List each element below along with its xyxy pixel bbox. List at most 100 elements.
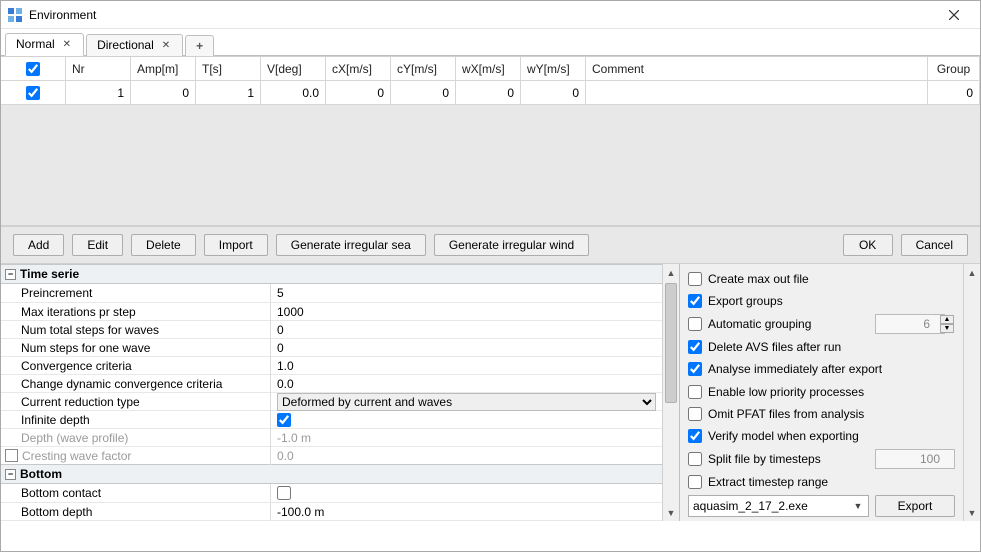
header-nr[interactable]: Nr [66, 57, 131, 81]
cell-group[interactable]: 0 [928, 81, 980, 105]
extract-checkbox[interactable] [688, 475, 702, 489]
scroll-up-icon[interactable]: ▲ [964, 264, 980, 281]
scrollbar[interactable]: ▲ ▼ [662, 264, 679, 521]
split-checkbox[interactable] [688, 452, 702, 466]
header-cx[interactable]: cX[m/s] [326, 57, 391, 81]
header-v[interactable]: V[deg] [261, 57, 326, 81]
prop-value-check[interactable] [271, 521, 662, 522]
spin-down-icon[interactable]: ▼ [940, 324, 954, 333]
header-comment[interactable]: Comment [586, 57, 928, 81]
analyse-checkbox[interactable] [688, 362, 702, 376]
low-priority-checkbox[interactable] [688, 385, 702, 399]
option-label[interactable]: Automatic grouping [708, 317, 811, 331]
option-label[interactable]: Split file by timesteps [708, 452, 821, 466]
export-groups-checkbox[interactable] [688, 294, 702, 308]
option-label[interactable]: Extract timestep range [708, 475, 828, 489]
collapse-icon[interactable]: − [5, 469, 16, 480]
cell-wy[interactable]: 0 [521, 81, 586, 105]
infinite-depth-checkbox[interactable] [277, 413, 291, 427]
app-icon [7, 7, 23, 23]
option-label[interactable]: Verify model when exporting [708, 429, 859, 443]
tab-add[interactable]: + [185, 35, 214, 56]
data-grid: Nr Amp[m] T[s] V[deg] cX[m/s] cY[m/s] wX… [1, 56, 980, 226]
combo-value: aquasim_2_17_2.exe [693, 499, 808, 513]
prop-value-dropdown[interactable]: Deformed by current and waves [271, 391, 662, 413]
header-group[interactable]: Group [928, 57, 980, 81]
create-max-checkbox[interactable] [688, 272, 702, 286]
option-label[interactable]: Omit PFAT files from analysis [708, 407, 864, 421]
group-header-timeserie[interactable]: − Time serie [1, 264, 662, 284]
cell-cx[interactable]: 0 [326, 81, 391, 105]
prop-label: Bottom contact [1, 484, 271, 502]
export-button[interactable]: Export [875, 495, 955, 517]
auto-grouping-input[interactable] [875, 314, 945, 334]
prop-label: Preincrement [1, 284, 271, 302]
cancel-button[interactable]: Cancel [901, 234, 968, 256]
tab-normal[interactable]: Normal ✕ [5, 33, 84, 56]
ok-button[interactable]: OK [843, 234, 893, 256]
generate-wind-button[interactable]: Generate irregular wind [434, 234, 589, 256]
table-row[interactable]: 1 0 1 0.0 0 0 0 0 0 [1, 81, 980, 105]
cell-t[interactable]: 1 [196, 81, 261, 105]
header-t[interactable]: T[s] [196, 57, 261, 81]
add-button[interactable]: Add [13, 234, 64, 256]
import-button[interactable]: Import [204, 234, 268, 256]
split-input[interactable] [875, 449, 955, 469]
scroll-down-icon[interactable]: ▼ [964, 504, 980, 521]
prop-value-check[interactable] [271, 411, 662, 429]
row-checkbox[interactable] [26, 86, 40, 100]
cell-amp[interactable]: 0 [131, 81, 196, 105]
tab-close-icon[interactable]: ✕ [160, 40, 172, 51]
collapse-icon[interactable]: − [5, 269, 16, 280]
spin-up-icon[interactable]: ▲ [940, 315, 954, 324]
prop-label: Current reduction type [1, 393, 271, 411]
prop-value[interactable]: 5 [271, 284, 662, 302]
header-check[interactable] [1, 57, 66, 81]
cell-cy[interactable]: 0 [391, 81, 456, 105]
scroll-thumb[interactable] [665, 283, 677, 403]
current-reduction-select[interactable]: Deformed by current and waves [277, 393, 656, 411]
header-amp[interactable]: Amp[m] [131, 57, 196, 81]
prop-label: Bottom depth [1, 503, 271, 521]
prop-value[interactable]: -100.0 m [271, 503, 662, 521]
tab-close-icon[interactable]: ✕ [61, 39, 73, 50]
header-checkbox[interactable] [26, 62, 40, 76]
option-label[interactable]: Enable low priority processes [708, 385, 864, 399]
cell-nr[interactable]: 1 [66, 81, 131, 105]
prop-value[interactable]: 0 [271, 321, 662, 339]
cell-wx[interactable]: 0 [456, 81, 521, 105]
tab-label: Normal [16, 37, 55, 51]
export-options-panel: Create max out file Export groups Automa… [680, 264, 980, 521]
option-label[interactable]: Delete AVS files after run [708, 340, 841, 354]
header-wx[interactable]: wX[m/s] [456, 57, 521, 81]
delete-button[interactable]: Delete [131, 234, 196, 256]
option-label[interactable]: Create max out file [708, 272, 809, 286]
prop-value: 0.0 [271, 447, 662, 465]
cell-v[interactable]: 0.0 [261, 81, 326, 105]
prop-value[interactable]: 1000 [271, 303, 662, 321]
executable-combo[interactable]: aquasim_2_17_2.exe ▼ [688, 495, 869, 517]
option-label[interactable]: Export groups [708, 294, 783, 308]
prop-value-check[interactable] [271, 484, 662, 502]
edit-button[interactable]: Edit [72, 234, 123, 256]
chevron-down-icon[interactable]: ▼ [850, 498, 866, 514]
prop-value[interactable]: 1.0 [271, 357, 662, 375]
scroll-up-icon[interactable]: ▲ [663, 264, 679, 281]
scrollbar[interactable]: ▲ ▼ [963, 264, 980, 521]
prop-value[interactable]: 0 [271, 339, 662, 357]
header-cy[interactable]: cY[m/s] [391, 57, 456, 81]
option-label[interactable]: Analyse immediately after export [708, 362, 882, 376]
delete-avs-checkbox[interactable] [688, 340, 702, 354]
close-icon[interactable] [934, 1, 974, 29]
group-header-bottom[interactable]: − Bottom [1, 464, 662, 484]
cell-comment[interactable] [586, 81, 928, 105]
toolbar: Add Edit Delete Import Generate irregula… [1, 226, 980, 264]
bottom-contact-checkbox[interactable] [277, 486, 291, 500]
auto-grouping-checkbox[interactable] [688, 317, 702, 331]
scroll-down-icon[interactable]: ▼ [663, 504, 679, 521]
header-wy[interactable]: wY[m/s] [521, 57, 586, 81]
tab-directional[interactable]: Directional ✕ [86, 34, 183, 56]
verify-checkbox[interactable] [688, 429, 702, 443]
omit-pfat-checkbox[interactable] [688, 407, 702, 421]
generate-sea-button[interactable]: Generate irregular sea [276, 234, 426, 256]
